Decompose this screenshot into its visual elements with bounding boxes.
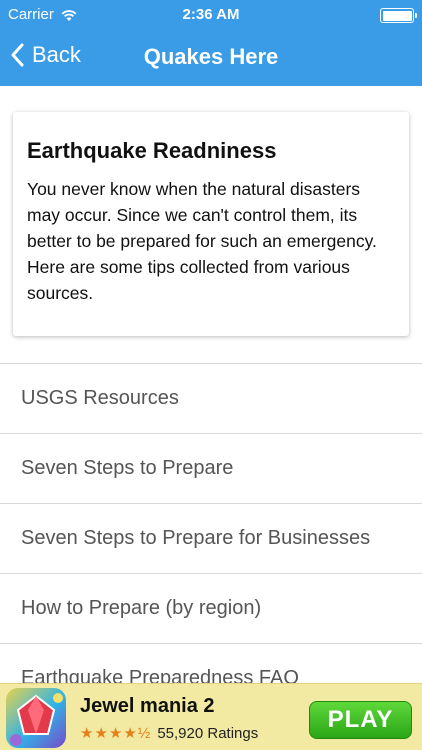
readiness-card: Earthquake Readniness You never know whe…: [13, 112, 409, 336]
list-item-how-to-prepare[interactable]: How to Prepare (by region): [0, 574, 422, 644]
ad-title: Jewel mania 2: [80, 695, 215, 717]
navigation-bar: Back Quakes Here: [0, 30, 422, 86]
status-time: 2:36 AM: [182, 6, 240, 23]
card-text: You never know when the natural disaster…: [27, 179, 377, 303]
resource-list: USGS Resources Seven Steps to Prepare Se…: [0, 363, 422, 683]
list-item-seven-steps-businesses[interactable]: Seven Steps to Prepare for Businesses: [0, 504, 422, 574]
list-item-label: Seven Steps to Prepare for Businesses: [21, 527, 371, 549]
list-item-label: Seven Steps to Prepare: [21, 457, 234, 479]
list-item-seven-steps[interactable]: Seven Steps to Prepare: [0, 434, 422, 504]
ad-rating: ★★★★½ 55,920 Ratings: [80, 724, 259, 743]
list-item-preparedness-faq[interactable]: Earthquake Preparedness FAQ: [0, 644, 422, 683]
star-rating-icon: ★★★★½: [80, 725, 152, 742]
card-title: Earthquake Readniness: [27, 138, 277, 163]
content-area[interactable]: Earthquake Readniness You never know whe…: [0, 86, 422, 683]
status-bar: Carrier 2:36 AM: [0, 0, 422, 30]
app-header: Carrier 2:36 AM Back Quakes Here: [0, 0, 422, 86]
list-item-usgs-resources[interactable]: USGS Resources: [0, 364, 422, 434]
list-item-label: How to Prepare (by region): [21, 597, 262, 619]
back-button[interactable]: Back: [10, 42, 81, 68]
back-label: Back: [32, 42, 81, 67]
app-icon: [6, 688, 66, 748]
list-item-label: Earthquake Preparedness FAQ: [21, 667, 299, 683]
rating-count: 55,920 Ratings: [157, 724, 259, 742]
battery-icon: [380, 8, 417, 23]
play-button[interactable]: PLAY: [309, 701, 412, 739]
chevron-left-icon: [11, 43, 24, 67]
list-item-label: USGS Resources: [21, 387, 179, 409]
ad-banner[interactable]: Jewel mania 2 ★★★★½ 55,920 Ratings PLAY: [0, 683, 422, 750]
